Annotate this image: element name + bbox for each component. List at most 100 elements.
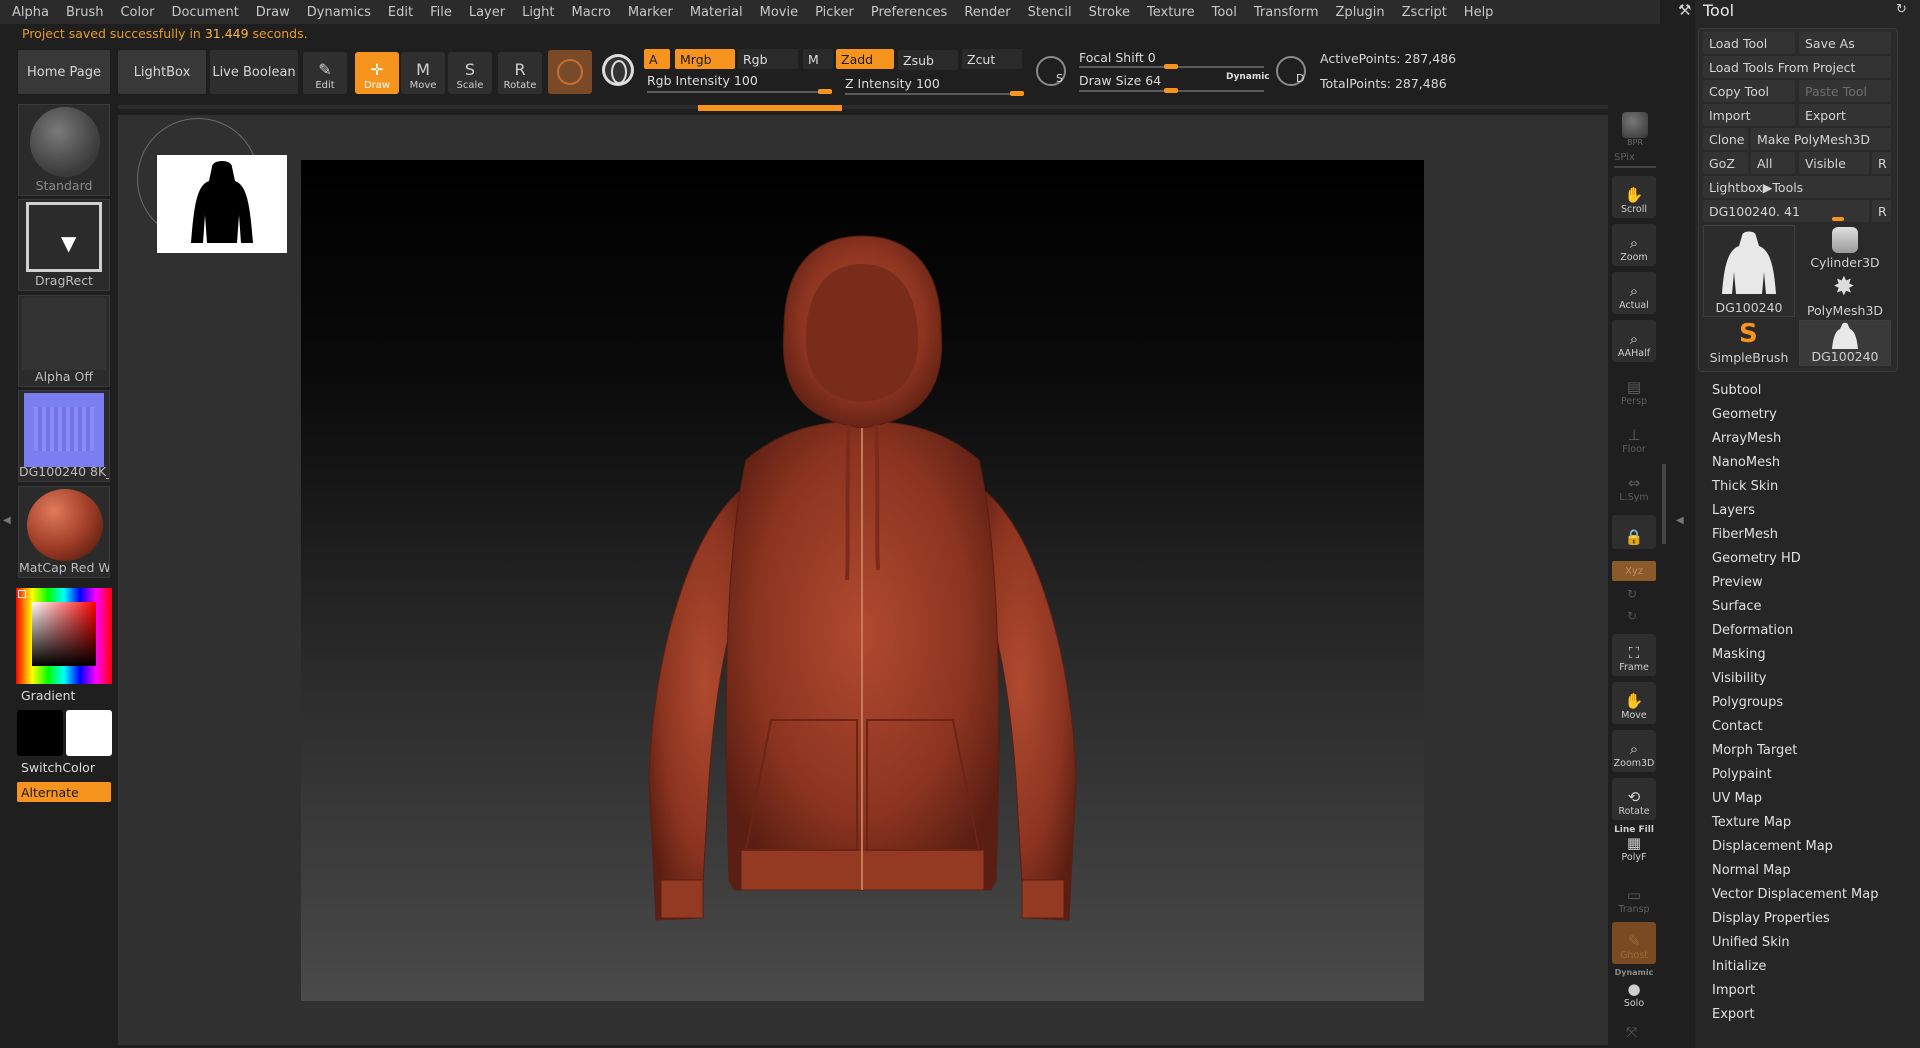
sphere-texture-icon[interactable]	[602, 54, 634, 86]
xpose-icon[interactable]: ⤧	[1626, 1025, 1637, 1041]
rotate3d-button[interactable]: ⟲ Rotate	[1612, 778, 1656, 820]
lsym-button[interactable]: ⇔ L.Sym	[1612, 464, 1656, 506]
color-saturation-square[interactable]	[32, 602, 96, 666]
z-intensity-track[interactable]	[845, 93, 1023, 95]
rgb-intensity-track[interactable]	[647, 91, 832, 93]
move-mode-button[interactable]: M Move	[401, 52, 445, 94]
canvas-viewport[interactable]	[301, 160, 1424, 1001]
menu-alpha[interactable]: Alpha	[12, 5, 49, 20]
tool-thumb-dg100240[interactable]: DG100240	[1703, 225, 1795, 317]
move3d-button[interactable]: ✋ Move	[1612, 682, 1656, 724]
home-page-button[interactable]: Home Page	[18, 50, 110, 94]
rotate-y-icon[interactable]: ↻	[1627, 587, 1637, 601]
menu-texture[interactable]: Texture	[1147, 5, 1195, 20]
menu-draw[interactable]: Draw	[256, 5, 290, 20]
zoom3d-button[interactable]: ⌕ Zoom3D	[1612, 730, 1656, 772]
subpalette-uv-map[interactable]: UV Map	[1712, 791, 1762, 806]
tool-thumb-cylinder3d[interactable]: Cylinder3D	[1799, 225, 1891, 271]
spix-slider[interactable]: SPix	[1614, 152, 1635, 163]
alpha-selector[interactable]: Alpha Off	[18, 295, 110, 387]
subpalette-layers[interactable]: Layers	[1712, 503, 1755, 518]
import-button[interactable]: Import	[1703, 104, 1795, 126]
subpalette-subtool[interactable]: Subtool	[1712, 383, 1761, 398]
a-toggle[interactable]: A	[644, 49, 670, 69]
tool-thumb-simplebrush[interactable]: S SimpleBrush	[1703, 320, 1795, 366]
brush-selector[interactable]: Standard	[18, 104, 110, 196]
subpalette-deformation[interactable]: Deformation	[1712, 623, 1793, 638]
menu-stencil[interactable]: Stencil	[1028, 5, 1072, 20]
rotate-mode-button[interactable]: R Rotate	[498, 52, 542, 94]
bpr-button[interactable]: BPR	[1614, 108, 1656, 150]
rgb-intensity-knob[interactable]	[818, 89, 832, 94]
subpalette-vector-displacement-map[interactable]: Vector Displacement Map	[1712, 887, 1879, 902]
scroll-button[interactable]: ✋ Scroll	[1612, 176, 1656, 218]
save-as-button[interactable]: Save As	[1799, 32, 1891, 54]
current-tool-slider-knob[interactable]	[1832, 217, 1844, 221]
subpalette-morph-target[interactable]: Morph Target	[1712, 743, 1797, 758]
aahalf-button[interactable]: ⌕ AAHalf	[1612, 320, 1656, 362]
solo-button[interactable]: ● Solo	[1612, 976, 1656, 1012]
focal-shift-knob[interactable]	[1164, 64, 1178, 69]
subpalette-geometry-hd[interactable]: Geometry HD	[1712, 551, 1801, 566]
menu-zplugin[interactable]: Zplugin	[1336, 5, 1385, 20]
subpalette-import[interactable]: Import	[1712, 983, 1755, 998]
draw-mode-button[interactable]: ✛ Draw	[355, 52, 399, 94]
mrgb-toggle[interactable]: Mrgb	[675, 49, 735, 69]
m-toggle[interactable]: M	[803, 49, 833, 69]
draw-size-slider[interactable]: Draw Size 64	[1079, 73, 1161, 88]
switchcolor-button[interactable]: SwitchColor	[21, 760, 95, 775]
frame-button[interactable]: ⛶ Frame	[1612, 634, 1656, 676]
subpalette-thick-skin[interactable]: Thick Skin	[1712, 479, 1778, 494]
subpalette-fibermesh[interactable]: FiberMesh	[1712, 527, 1778, 542]
menu-macro[interactable]: Macro	[572, 5, 611, 20]
menu-preferences[interactable]: Preferences	[871, 5, 947, 20]
stroke-selector[interactable]: ▼ DragRect	[18, 199, 110, 291]
subpalette-export[interactable]: Export	[1712, 1007, 1755, 1022]
menu-stroke[interactable]: Stroke	[1089, 5, 1130, 20]
subpalette-masking[interactable]: Masking	[1712, 647, 1766, 662]
load-tools-from-project-button[interactable]: Load Tools From Project	[1703, 56, 1891, 78]
texture-selector[interactable]: DG100240 8K_no	[18, 390, 110, 482]
primary-color-swatch[interactable]	[17, 710, 63, 756]
tool-thumb-polymesh3d[interactable]: ✸ PolyMesh3D	[1799, 273, 1891, 319]
left-tray-arrow-icon[interactable]: ◀	[3, 515, 11, 526]
ghost-button[interactable]: ✎ Ghost	[1612, 922, 1656, 964]
subpalette-nanomesh[interactable]: NanoMesh	[1712, 455, 1780, 470]
menu-edit[interactable]: Edit	[388, 5, 413, 20]
edit-mode-button[interactable]: ✎ Edit	[303, 52, 347, 94]
gradient-toggle[interactable]: Gradient	[21, 688, 75, 703]
xyz-toggle[interactable]: Xyz	[1612, 561, 1656, 581]
subpalette-normal-map[interactable]: Normal Map	[1712, 863, 1791, 878]
rgb-intensity-slider[interactable]: Rgb Intensity 100	[647, 73, 758, 88]
secondary-color-swatch[interactable]	[66, 710, 112, 756]
transp-button[interactable]: ▭ Transp	[1612, 876, 1656, 918]
menu-layer[interactable]: Layer	[469, 5, 505, 20]
scale-mode-button[interactable]: S Scale	[448, 52, 492, 94]
current-tool-r-button[interactable]: R	[1872, 200, 1891, 222]
menu-dynamics[interactable]: Dynamics	[307, 5, 371, 20]
goz-r-button[interactable]: R	[1872, 152, 1891, 174]
subpalette-preview[interactable]: Preview	[1712, 575, 1763, 590]
subpalette-geometry[interactable]: Geometry	[1712, 407, 1777, 422]
polyf-button[interactable]: ▦ PolyF	[1612, 836, 1656, 866]
actual-button[interactable]: ⌕ Actual	[1612, 272, 1656, 314]
subpalette-surface[interactable]: Surface	[1712, 599, 1762, 614]
alternate-toggle[interactable]: Alternate	[17, 782, 111, 802]
menu-marker[interactable]: Marker	[628, 5, 673, 20]
tool-thumb-dg100240-active[interactable]: DG100240	[1799, 320, 1891, 366]
focal-shift-slider[interactable]: Focal Shift 0	[1079, 50, 1156, 65]
copy-tool-button[interactable]: Copy Tool	[1703, 80, 1795, 102]
menu-picker[interactable]: Picker	[815, 5, 854, 20]
clone-button[interactable]: Clone	[1703, 128, 1748, 150]
z-intensity-slider[interactable]: Z Intensity 100	[845, 76, 940, 91]
persp-button[interactable]: ▤ Persp	[1612, 368, 1656, 410]
menu-zscript[interactable]: Zscript	[1402, 5, 1447, 20]
goz-all-button[interactable]: All	[1751, 152, 1795, 174]
menu-color[interactable]: Color	[120, 5, 154, 20]
right-tray-arrow-icon[interactable]: ◀	[1676, 515, 1684, 526]
zsub-toggle[interactable]: Zsub	[898, 50, 958, 70]
current-tool-slider[interactable]: DG100240. 41	[1703, 200, 1869, 222]
rgb-toggle[interactable]: Rgb	[738, 49, 798, 69]
right-tray-divider[interactable]	[1662, 464, 1666, 544]
menu-render[interactable]: Render	[964, 5, 1010, 20]
